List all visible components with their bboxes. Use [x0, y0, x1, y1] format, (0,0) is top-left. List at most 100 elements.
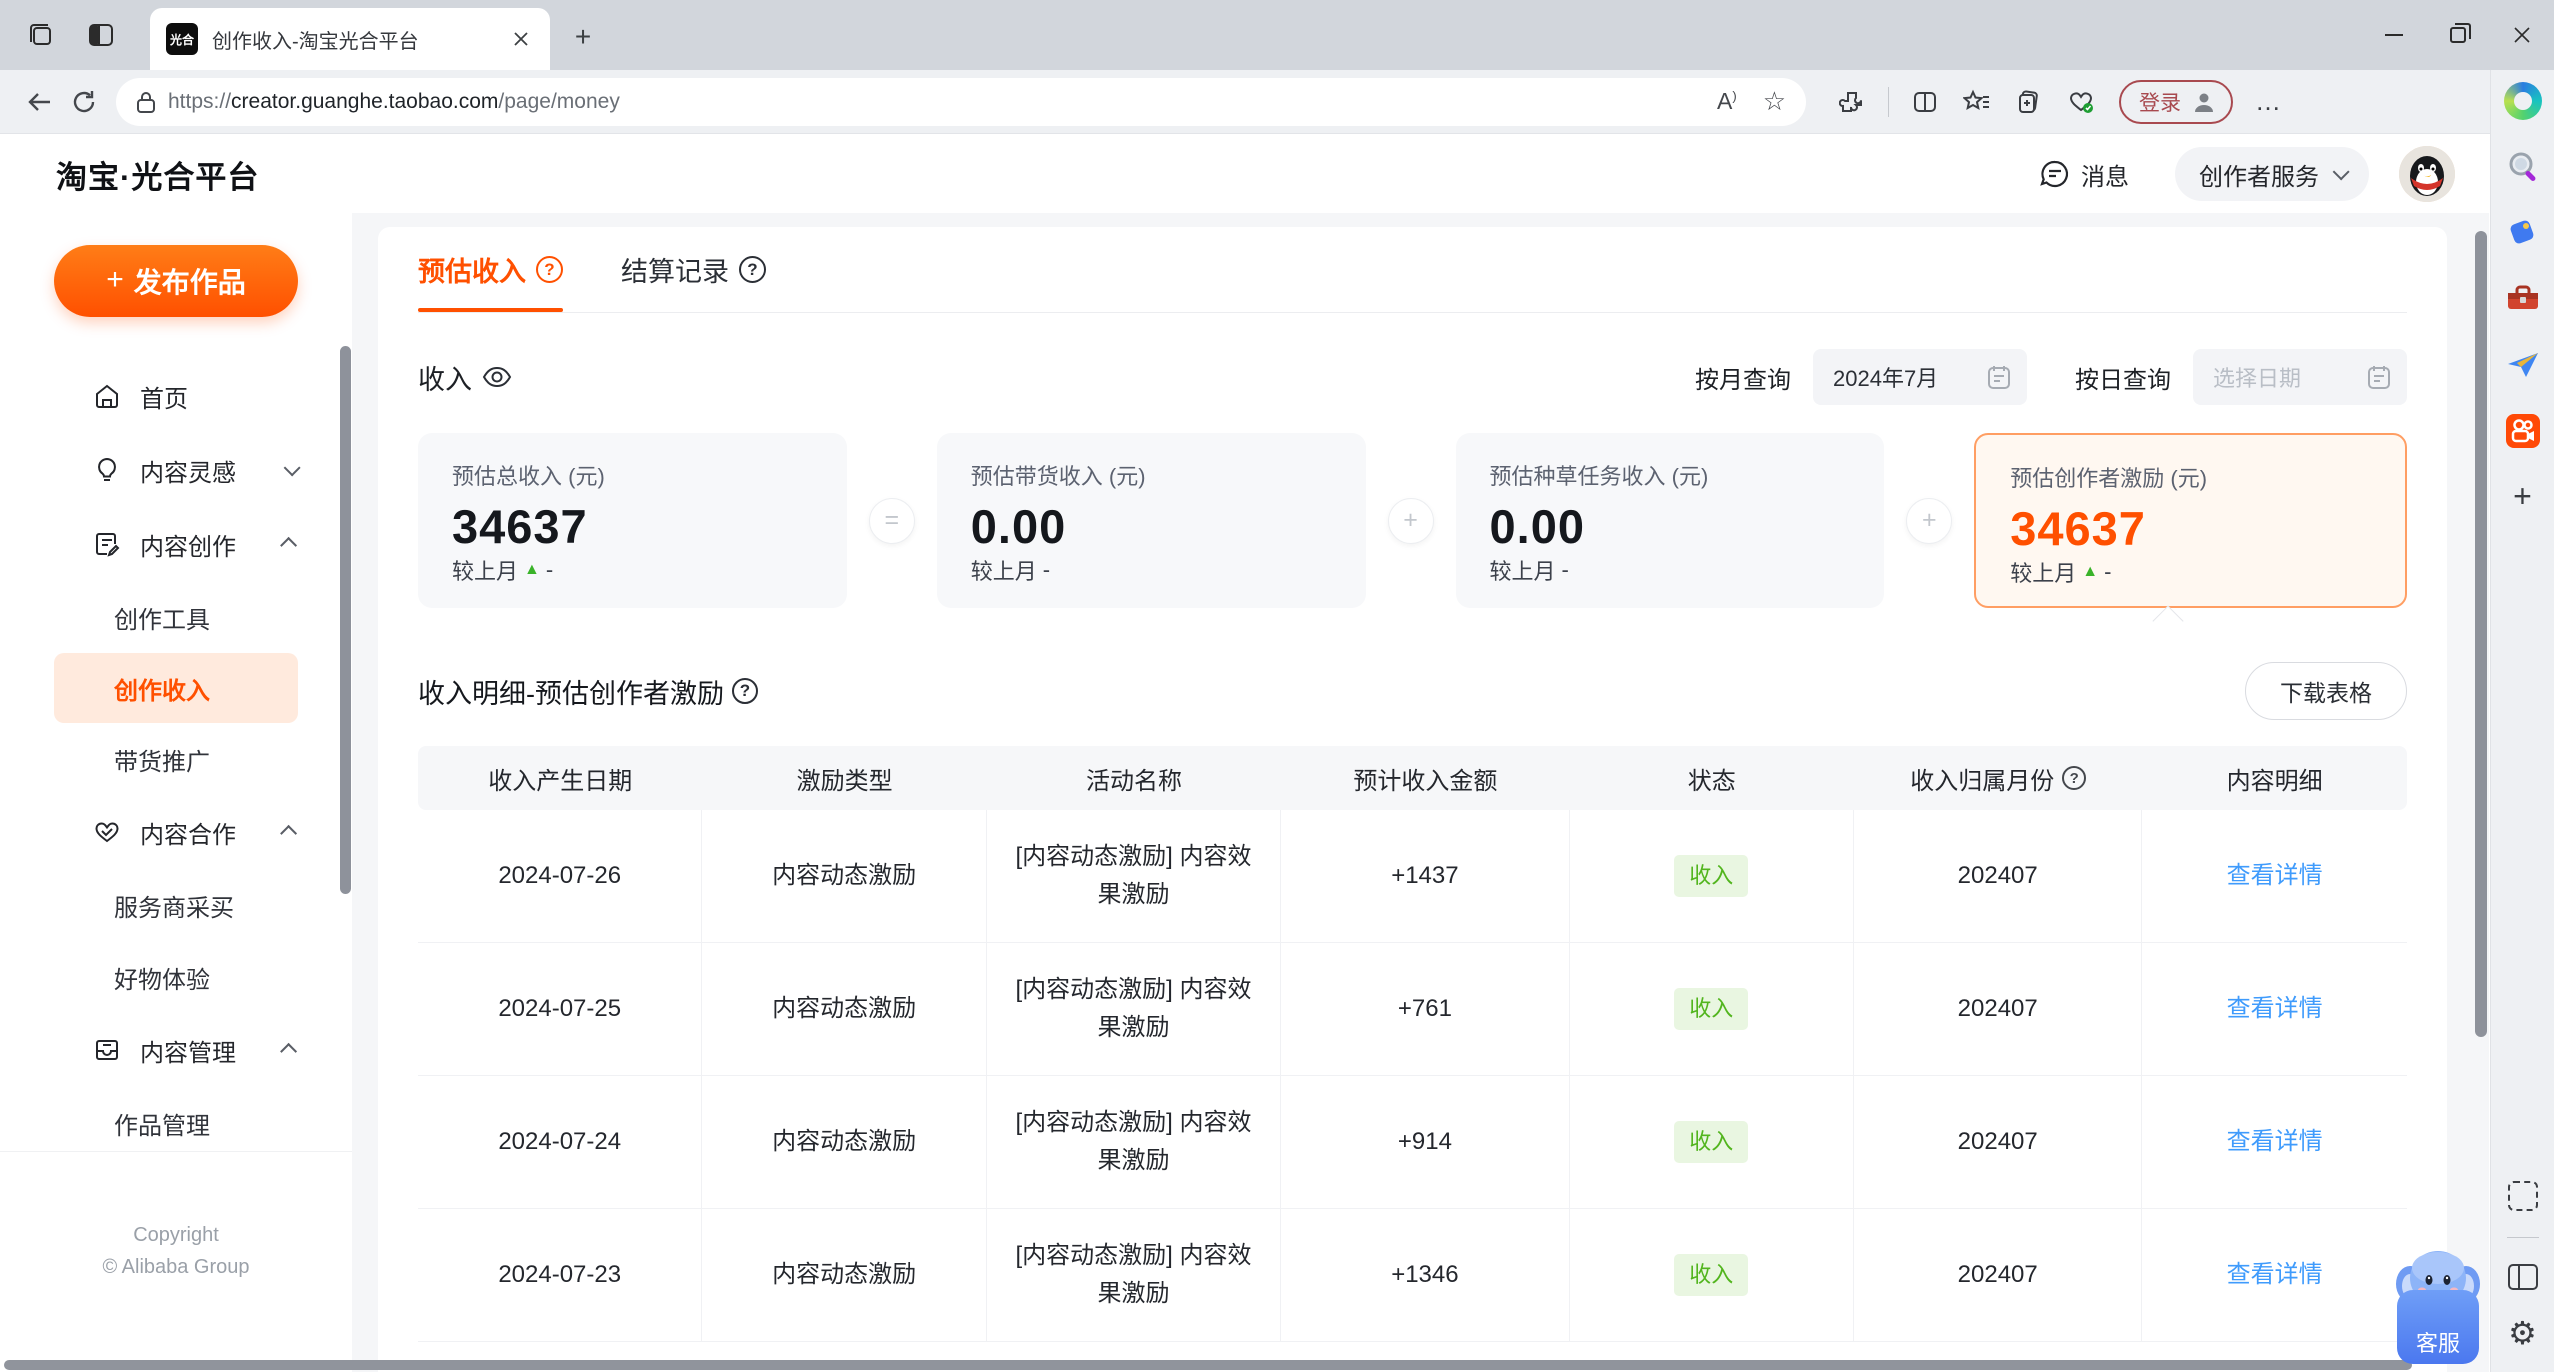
main-card: 预估收入 ? 结算记录 ? 收入 按月查询 2024年7月 按日查询 选择日期 …	[378, 227, 2447, 1372]
calendar-icon	[2368, 366, 2390, 389]
copilot-icon[interactable]	[2503, 82, 2542, 120]
wallet-icon[interactable]	[2007, 80, 2051, 124]
browser-tab[interactable]: 光合 创作收入-淘宝光合平台	[150, 8, 550, 70]
table-row: 2024-07-23 内容动态激励 [内容动态激励] 内容效果激励 +1346 …	[418, 1209, 2407, 1342]
avatar[interactable]	[2399, 146, 2455, 202]
income-title: 收入	[418, 358, 512, 397]
read-aloud-icon[interactable]: A)	[1717, 88, 1737, 115]
sidebar-item-home[interactable]: 首页	[0, 359, 352, 433]
chevron-down-icon	[2332, 163, 2350, 181]
status-badge: 收入	[1674, 1254, 1749, 1296]
month-picker[interactable]: 2024年7月	[1813, 349, 2027, 405]
income-table: 收入产生日期 激励类型 活动名称 预计收入金额 状态 收入归属月份? 内容明细 …	[418, 746, 2407, 1342]
screenshot-icon[interactable]	[2507, 1181, 2538, 1211]
view-details-link[interactable]: 查看详情	[2227, 1256, 2323, 1294]
workspaces-icon[interactable]	[86, 20, 116, 50]
detail-title: 收入明细-预估创作者激励 ?	[418, 672, 758, 711]
income-row: 收入 按月查询 2024年7月 按日查询 选择日期	[418, 349, 2407, 405]
sidebar-shopping-icon[interactable]	[2504, 214, 2542, 252]
sidebar-kuaishou-icon[interactable]	[2504, 412, 2542, 450]
sidebar-item-product-trial[interactable]: 好物体验	[0, 941, 352, 1013]
eye-icon[interactable]	[482, 366, 512, 388]
help-icon[interactable]: ?	[2062, 766, 2087, 790]
card-sales-income[interactable]: 预估带货收入 (元) 0.00 较上月▲-	[936, 433, 1366, 608]
tab-title: 创作收入-淘宝光合平台	[212, 30, 419, 53]
tab-estimated-income[interactable]: 预估收入 ?	[418, 227, 563, 312]
table-row: 2024-07-25 内容动态激励 [内容动态激励] 内容效果激励 +761 收…	[418, 943, 2407, 1076]
creator-service-menu[interactable]: 创作者服务	[2175, 147, 2369, 201]
messages-button[interactable]: 消息	[2039, 157, 2129, 192]
sidebar-item-service-purchase[interactable]: 服务商采买	[0, 869, 352, 941]
tab-actions-icon[interactable]	[26, 20, 56, 50]
plus-icon: +	[1387, 497, 1434, 544]
customer-service-widget[interactable]: 客服	[2394, 1244, 2482, 1364]
plus-icon: +	[106, 262, 124, 296]
status-badge: 收入	[1674, 988, 1749, 1030]
view-details-link[interactable]: 查看详情	[2227, 857, 2323, 895]
view-details-link[interactable]: 查看详情	[2227, 990, 2323, 1028]
extensions-icon[interactable]	[1830, 80, 1874, 124]
tab-close-icon[interactable]	[506, 24, 536, 54]
message-icon	[2040, 160, 2069, 188]
sidebar-item-creation-tools[interactable]: 创作工具	[0, 581, 352, 653]
sidebar-item-creation[interactable]: 内容创作	[0, 507, 352, 581]
day-picker[interactable]: 选择日期	[2193, 349, 2407, 405]
minimize-button[interactable]	[2362, 0, 2426, 70]
lock-icon[interactable]	[136, 90, 156, 114]
table-header: 收入产生日期 激励类型 活动名称 预计收入金额 状态 收入归属月份? 内容明细	[418, 746, 2407, 810]
collections-icon[interactable]	[1955, 80, 1999, 124]
copyright: Copyright © Alibaba Group	[102, 1224, 250, 1278]
sidebar-item-promotion[interactable]: 带货推广	[0, 723, 352, 795]
page-horizontal-scrollbar[interactable]	[4, 1360, 2412, 1370]
summary-cards: 预估总收入 (元) 34637 较上月 ▲ - = 预估带货收入 (元) 0.00 …	[418, 433, 2407, 637]
profile-icon	[2195, 93, 2213, 112]
browser-essentials-icon[interactable]	[2059, 80, 2103, 124]
page: 淘宝·光合平台 消息 创作者服务 + 发布作品 首页 内容灵感 内容创作 创作工…	[0, 135, 2489, 1372]
sidebar-settings-icon[interactable]: ⚙	[2508, 1316, 2537, 1350]
url-text: https://creator.guanghe.taobao.com/page/…	[168, 89, 620, 113]
help-icon[interactable]: ?	[536, 256, 563, 283]
new-tab-button[interactable]: +	[566, 20, 600, 54]
sidebar-customize-icon[interactable]: +	[2513, 478, 2532, 514]
sidebar-item-works-management[interactable]: 作品管理	[0, 1087, 352, 1159]
sidebar-search-icon[interactable]	[2504, 148, 2542, 186]
help-icon[interactable]: ?	[739, 256, 766, 283]
close-button[interactable]	[2490, 0, 2554, 70]
card-creator-incentive[interactable]: 预估创作者激励 (元) 34637 较上月 ▲ -	[1974, 433, 2407, 608]
home-icon	[92, 382, 122, 410]
publish-button[interactable]: + 发布作品	[54, 245, 298, 317]
table-row: 2024-07-24 内容动态激励 [内容动态激励] 内容效果激励 +914 收…	[418, 1076, 2407, 1209]
sidebar-item-cooperation[interactable]: 内容合作	[0, 795, 352, 869]
address-bar[interactable]: https://creator.guanghe.taobao.com/page/…	[116, 77, 1806, 126]
sidebar-drop-icon[interactable]	[2504, 346, 2542, 384]
split-screen-icon[interactable]	[1903, 80, 1947, 124]
page-vertical-scrollbar[interactable]	[2475, 231, 2487, 1037]
restore-button[interactable]	[2426, 0, 2490, 70]
day-query-label: 按日查询	[2075, 366, 2171, 394]
favorite-star-icon[interactable]: ☆	[1763, 86, 1786, 117]
card-seeding-task-income[interactable]: 预估种草任务收入 (元) 0.00 较上月▲-	[1455, 433, 1885, 608]
browser-titlebar: 光合 创作收入-淘宝光合平台 +	[0, 0, 2554, 70]
sidebar-item-creation-income[interactable]: 创作收入	[54, 653, 298, 723]
refresh-icon[interactable]	[62, 80, 106, 124]
site-logo: 淘宝·光合平台	[56, 159, 260, 195]
download-table-button[interactable]: 下载表格	[2245, 662, 2407, 720]
tabs-row: 预估收入 ? 结算记录 ?	[418, 227, 2407, 313]
sidebar-item-inspiration[interactable]: 内容灵感	[0, 433, 352, 507]
equals-icon: =	[868, 497, 915, 544]
month-query-label: 按月查询	[1695, 366, 1791, 394]
browser-toolbar: https://creator.guanghe.taobao.com/page/…	[0, 70, 2554, 134]
sidebar-scrollbar[interactable]	[340, 346, 351, 894]
card-total-income[interactable]: 预估总收入 (元) 34637 较上月 ▲ -	[418, 433, 847, 608]
login-button[interactable]: 登录	[2119, 79, 2233, 124]
help-icon[interactable]: ?	[732, 678, 758, 704]
sidebar-split-icon[interactable]	[2507, 1264, 2538, 1290]
tab-settlement-records[interactable]: 结算记录 ?	[621, 227, 766, 312]
edge-sidebar: + ⚙	[2490, 70, 2554, 1372]
sidebar-tools-icon[interactable]	[2504, 280, 2542, 318]
settings-more-icon[interactable]: …	[2255, 86, 2283, 117]
sidebar-item-management[interactable]: 内容管理	[0, 1013, 352, 1087]
view-details-link[interactable]: 查看详情	[2227, 1123, 2323, 1161]
status-badge: 收入	[1674, 1121, 1749, 1163]
back-icon[interactable]	[18, 80, 62, 124]
